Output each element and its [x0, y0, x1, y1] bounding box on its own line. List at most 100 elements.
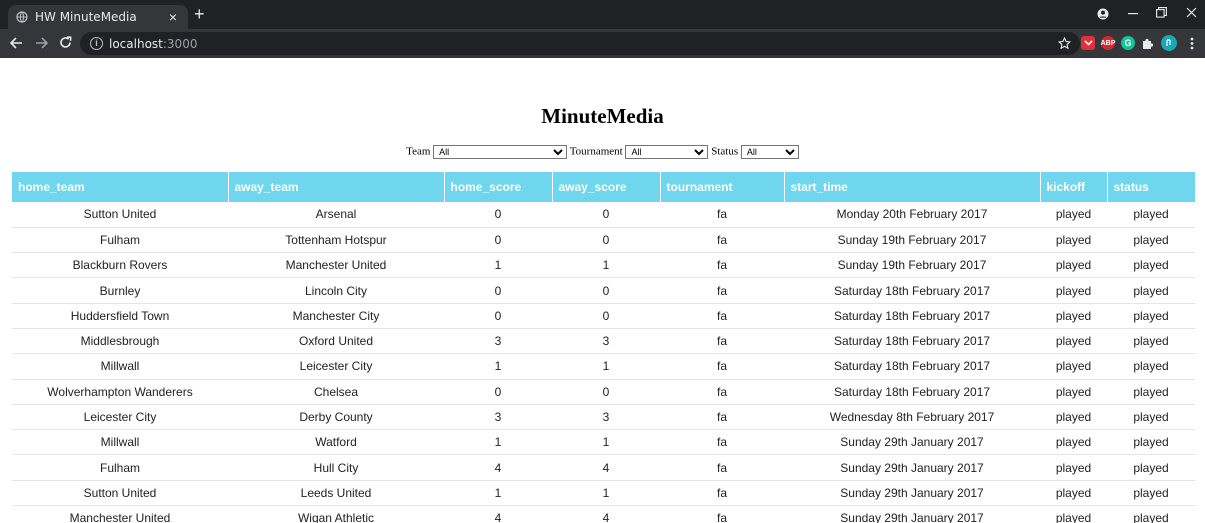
away-score-cell: 1	[552, 252, 660, 279]
home-team-cell: Wolverhampton Wanderers	[12, 379, 228, 405]
start-time-cell: Sunday 19th February 2017	[784, 227, 1040, 254]
column-header-home-score[interactable]: home_score	[444, 172, 553, 202]
column-header-kickoff[interactable]: kickoff	[1040, 172, 1108, 202]
account-icon[interactable]	[1097, 8, 1109, 20]
pocket-icon[interactable]	[1081, 36, 1095, 50]
away-team-cell: Arsenal	[228, 202, 444, 228]
start-time-cell: Wednesday 8th February 2017	[784, 404, 1040, 431]
status-cell: played	[1107, 328, 1195, 355]
filter-bar: Team All Tournament All Status All	[0, 145, 1205, 159]
home-team-cell: Sutton United	[12, 202, 228, 228]
column-header-status[interactable]: status	[1107, 172, 1196, 202]
column-header-tournament[interactable]: tournament	[660, 172, 785, 202]
away-score-cell: 1	[552, 353, 660, 380]
tournament-filter-label: Tournament	[569, 145, 623, 158]
bookmark-star-icon[interactable]	[1058, 37, 1071, 50]
table-row: Leicester City Derby County 3 3 fa Wednesday …	[12, 404, 1195, 431]
forward-icon[interactable]	[35, 37, 48, 49]
status-cell: played	[1107, 277, 1195, 304]
kickoff-cell: played	[1040, 454, 1107, 481]
status-filter-select[interactable]: All	[740, 145, 799, 159]
close-tab-icon[interactable]: ×	[166, 9, 180, 25]
tournament-cell: fa	[660, 353, 784, 380]
adblock-icon[interactable]: ABP	[1101, 36, 1115, 50]
home-score-cell: 1	[444, 252, 552, 279]
home-team-cell: Huddersfield Town	[12, 303, 228, 329]
tournament-cell: fa	[660, 277, 784, 304]
status-cell: played	[1107, 303, 1195, 329]
away-team-cell: Watford	[228, 429, 444, 456]
reload-icon[interactable]	[59, 36, 72, 49]
away-score-cell: 1	[552, 429, 660, 456]
kickoff-cell: played	[1040, 227, 1107, 254]
kickoff-cell: played	[1040, 252, 1107, 279]
start-time-cell: Sunday 19th February 2017	[784, 252, 1040, 279]
kickoff-cell: played	[1040, 202, 1107, 228]
team-filter-select[interactable]: All	[433, 145, 568, 159]
start-time-cell: Saturday 18th February 2017	[784, 303, 1040, 329]
home-team-cell: Fulham	[12, 227, 228, 254]
table-row: Huddersfield Town Manchester City 0 0 fa Satu…	[12, 303, 1195, 329]
tournament-cell: fa	[660, 227, 784, 254]
tournament-cell: fa	[660, 379, 784, 405]
tournament-cell: fa	[660, 505, 784, 523]
away-team-cell: Chelsea	[228, 379, 444, 405]
grammarly-icon[interactable]: G	[1121, 36, 1135, 50]
kickoff-cell: played	[1040, 353, 1107, 380]
home-score-cell: 0	[444, 202, 552, 228]
column-header-away-score[interactable]: away_score	[552, 172, 661, 202]
back-icon[interactable]	[10, 37, 23, 49]
away-team-cell: Wigan Athletic	[228, 505, 444, 523]
away-team-cell: Tottenham Hotspur	[228, 227, 444, 254]
restore-icon[interactable]	[1156, 7, 1167, 18]
tournament-cell: fa	[660, 328, 784, 355]
table-row: Millwall Leicester City 1 1 fa Saturday 18th …	[12, 353, 1195, 380]
column-header-home-team[interactable]: home_team	[12, 172, 229, 202]
table-row: Fulham Tottenham Hotspur 0 0 fa Sunday 19th F…	[12, 227, 1195, 254]
home-team-cell: Blackburn Rovers	[12, 252, 228, 279]
status-cell: played	[1107, 252, 1195, 279]
home-score-cell: 0	[444, 277, 552, 304]
kickoff-cell: played	[1040, 328, 1107, 355]
home-score-cell: 1	[444, 480, 552, 507]
puzzle-icon[interactable]	[1141, 37, 1154, 50]
home-score-cell: 1	[444, 429, 552, 456]
browser-tabstrip: HW MinuteMedia × +	[0, 0, 1205, 29]
close-window-icon[interactable]	[1186, 7, 1197, 18]
minimize-icon[interactable]	[1128, 13, 1138, 15]
kickoff-cell: played	[1040, 379, 1107, 405]
column-header-away-team[interactable]: away_team	[228, 172, 445, 202]
column-header-start-time[interactable]: start_time	[784, 172, 1041, 202]
away-score-cell: 0	[552, 227, 660, 254]
new-tab-button[interactable]: +	[194, 5, 205, 23]
home-score-cell: 3	[444, 328, 552, 355]
profile-avatar[interactable]	[1161, 35, 1177, 51]
address-bar[interactable]: i localhost:3000	[80, 32, 1080, 55]
home-team-cell: Fulham	[12, 454, 228, 481]
kickoff-cell: played	[1040, 429, 1107, 456]
away-team-cell: Leicester City	[228, 353, 444, 380]
matches-table: home_team away_team home_score away_scor…	[12, 172, 1196, 523]
browser-tab[interactable]: HW MinuteMedia ×	[8, 5, 188, 29]
away-score-cell: 0	[552, 379, 660, 405]
menu-kebab-icon[interactable]	[1190, 37, 1194, 50]
globe-icon	[16, 11, 28, 23]
tournament-cell: fa	[660, 252, 784, 279]
start-time-cell: Sunday 29th January 2017	[784, 480, 1040, 507]
tournament-cell: fa	[660, 303, 784, 329]
start-time-cell: Saturday 18th February 2017	[784, 379, 1040, 405]
tournament-filter-select[interactable]: All	[625, 145, 709, 159]
away-team-cell: Oxford United	[228, 328, 444, 355]
start-time-cell: Saturday 18th February 2017	[784, 277, 1040, 304]
status-cell: played	[1107, 480, 1195, 507]
away-score-cell: 0	[552, 202, 660, 228]
status-cell: played	[1107, 227, 1195, 254]
status-cell: played	[1107, 505, 1195, 523]
tournament-cell: fa	[660, 202, 784, 228]
start-time-cell: Sunday 29th January 2017	[784, 429, 1040, 456]
table-row: Wolverhampton Wanderers Chelsea 0 0 fa Saturd…	[12, 379, 1195, 405]
site-info-icon[interactable]: i	[90, 37, 103, 50]
away-score-cell: 3	[552, 404, 660, 431]
kickoff-cell: played	[1040, 505, 1107, 523]
table-row: Sutton United Leeds United 1 1 fa Sunday 29th…	[12, 480, 1195, 507]
